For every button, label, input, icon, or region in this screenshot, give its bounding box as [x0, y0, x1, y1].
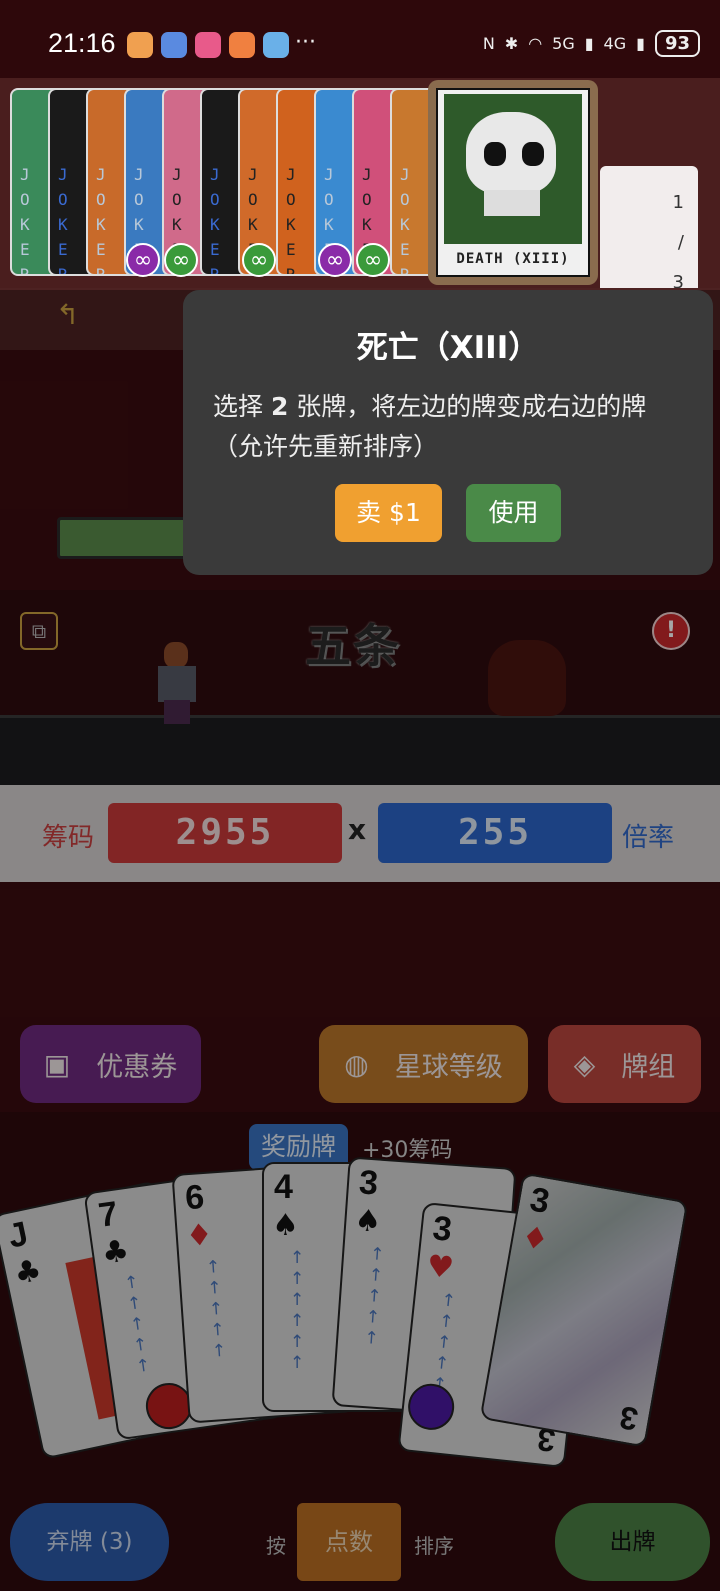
ground	[0, 715, 720, 785]
card-rank: 7	[96, 1194, 121, 1235]
joker-card-text: J O K E R	[210, 165, 220, 276]
card-tooltip: 死亡（XIII） 选择 2 张牌，将左边的牌变成右边的牌（允许先重新排序） 卖 …	[183, 290, 713, 575]
bonus-arrows-icon: ↑ ↑ ↑ ↑ ↑ ↑	[290, 1248, 305, 1373]
card-rank: 3	[527, 1180, 553, 1222]
play-hand-button[interactable]: 出牌	[555, 1503, 710, 1581]
tooltip-actions: 卖 $1 使用	[183, 484, 713, 542]
infinity-badge: ∞	[356, 243, 390, 277]
signal-icon: ▮	[636, 34, 645, 53]
joker-card-text: J O K E R	[286, 165, 296, 276]
app-notification-icon	[229, 32, 255, 58]
score-bar: 筹码 2955 x 255 倍率	[0, 785, 720, 882]
joker-card-text: J O K E R	[400, 165, 410, 276]
heart-icon: ♥	[425, 1248, 456, 1287]
status-time: 21:16	[48, 28, 116, 58]
death-card-title: DEATH (XIII)	[456, 251, 570, 267]
sell-button[interactable]: 卖 $1	[335, 484, 442, 542]
sort-by-label: 按	[266, 1534, 286, 1558]
card-rank: 3	[430, 1209, 454, 1249]
deck-button[interactable]: ◈ 牌组	[548, 1025, 701, 1103]
ticket-icon: ▣	[43, 1047, 71, 1081]
globe-icon: ◍	[344, 1047, 369, 1081]
battle-scene: 五条 ⧉ !	[0, 590, 720, 785]
discard-button[interactable]: 弃牌 (3)	[10, 1503, 169, 1581]
card-rank-bottom: 3	[617, 1399, 641, 1438]
music-notification-icon	[195, 32, 221, 58]
infinity-badge: ∞	[242, 243, 276, 277]
bonus-arrows-icon: ↑ ↑ ↑ ↑ ↑	[123, 1272, 152, 1378]
chips-label: 筹码	[42, 823, 95, 853]
card-rank: 6	[183, 1177, 206, 1218]
diamond-icon: ♦	[518, 1219, 552, 1259]
infinity-badge: ∞	[318, 243, 352, 277]
notification-icons	[127, 32, 289, 58]
hand-type-label: 五条	[305, 619, 401, 673]
use-button[interactable]: 使用	[466, 484, 561, 542]
death-tarot-card[interactable]: DEATH (XIII)	[428, 80, 598, 285]
deck-label: 牌组	[621, 1051, 676, 1083]
sort-suffix-label: 排序	[414, 1534, 454, 1558]
copy-icon[interactable]: ⧉	[20, 612, 58, 650]
joker-row: J O K E R J O K E R J O K E R J O K E R …	[0, 78, 720, 356]
sort-by-rank-button[interactable]: 点数	[297, 1503, 401, 1581]
bonus-arrows-icon: ↑ ↑ ↑ ↑ ↑	[363, 1244, 386, 1349]
bonus-arrows-icon: ↑ ↑ ↑ ↑ ↑	[205, 1257, 227, 1362]
planet-level-label: 星球等级	[394, 1051, 503, 1083]
network-5g-label: 5G	[552, 34, 575, 53]
chips-value: 2955	[108, 803, 342, 863]
tooltip-description: 选择 2 张牌，将左边的牌变成右边的牌（允许先重新排序）	[213, 387, 683, 467]
infinity-badge: ∞	[164, 243, 198, 277]
nfc-icon: N	[482, 34, 495, 53]
weather-notification-icon	[263, 32, 289, 58]
wifi-icon: ◠	[528, 34, 543, 53]
app-notification-icon	[127, 32, 153, 58]
joker-card-text: J O K E R	[20, 165, 30, 276]
card-rank: 4	[274, 1168, 293, 1206]
infinity-badge: ∞	[126, 243, 160, 277]
back-arrow-icon[interactable]: ↰	[56, 298, 79, 331]
boss-sprite	[488, 640, 566, 716]
club-icon: ♣	[11, 1252, 45, 1293]
joker-card-text: J O K E R	[96, 165, 106, 276]
multiply-sign: x	[348, 813, 367, 846]
death-card-face: DEATH (XIII)	[436, 88, 590, 277]
diamond-icon: ♦	[184, 1217, 214, 1255]
voucher-button[interactable]: ▣ 优惠券	[20, 1025, 201, 1103]
alert-icon[interactable]: !	[652, 612, 690, 650]
voucher-label: 优惠券	[96, 1051, 178, 1083]
mult-label: 倍率	[622, 823, 675, 853]
tooltip-title: 死亡（XIII）	[356, 330, 540, 366]
bonus-arrows-icon: ↑ ↑ ↑ ↑ ↑	[432, 1290, 457, 1395]
desc-count: 2	[270, 392, 289, 421]
club-icon: ♣	[99, 1233, 132, 1272]
mult-value: 255	[378, 803, 612, 863]
status-bar: 21:16 ··· N ✱ ◠ 5G ▮ 4G ▮ 93	[0, 0, 720, 78]
spade-icon: ♠	[272, 1208, 299, 1243]
layers-icon: ◈	[573, 1047, 596, 1081]
network-4g-label: 4G	[603, 34, 627, 53]
card-rank: 3	[357, 1163, 380, 1203]
system-status: N ✱ ◠ 5G ▮ 4G ▮ 93	[483, 30, 700, 57]
joker-card-text: J O K E R	[58, 165, 68, 276]
browser-notification-icon	[161, 32, 187, 58]
card-rank: J	[4, 1214, 32, 1256]
hero-sprite	[150, 642, 202, 724]
more-notifications-icon: ···	[295, 30, 316, 55]
desc-prefix: 选择	[213, 392, 271, 421]
skull-icon	[444, 94, 582, 244]
battery-indicator: 93	[654, 30, 700, 57]
slot-count: 1	[672, 192, 684, 213]
planet-level-button[interactable]: ◍ 星球等级	[319, 1025, 528, 1103]
slot-separator: /	[677, 232, 684, 253]
spade-icon: ♠	[353, 1203, 383, 1240]
bluetooth-icon: ✱	[504, 34, 519, 53]
signal-icon: ▮	[584, 34, 594, 53]
